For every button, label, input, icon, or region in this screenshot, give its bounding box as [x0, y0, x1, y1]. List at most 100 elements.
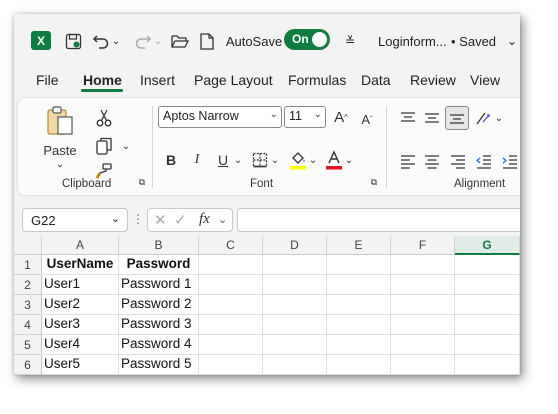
cell-e5[interactable]: [327, 335, 391, 355]
chevron-down-icon[interactable]: ⌄: [506, 30, 518, 52]
increase-font-size-button[interactable]: A ^: [332, 106, 350, 128]
cell-b1[interactable]: Password: [119, 255, 199, 275]
font-name-select[interactable]: Aptos Narrow ⌄: [158, 106, 282, 128]
underline-button[interactable]: U: [214, 150, 232, 170]
cell-d2[interactable]: [263, 275, 327, 295]
font-size-select[interactable]: 11 ⌄: [284, 106, 326, 128]
tab-page-layout[interactable]: Page Layout: [194, 72, 273, 88]
paste-icon[interactable]: [40, 104, 80, 138]
autosave-toggle[interactable]: On: [284, 29, 330, 50]
name-box[interactable]: G22 ⌄: [22, 208, 128, 232]
cell-d5[interactable]: [263, 335, 327, 355]
tab-file[interactable]: File: [36, 72, 59, 88]
font-launcher-icon[interactable]: ⧉: [368, 176, 380, 188]
cell-f2[interactable]: [391, 275, 455, 295]
cell-c2[interactable]: [199, 275, 263, 295]
tab-insert[interactable]: Insert: [140, 72, 175, 88]
tab-review[interactable]: Review: [410, 72, 456, 88]
cell-a4[interactable]: User3: [42, 315, 119, 335]
open-folder-icon[interactable]: [169, 30, 191, 52]
decrease-font-size-button[interactable]: Aˇ: [358, 108, 376, 130]
redo-dropdown-icon[interactable]: ⌄: [153, 30, 163, 52]
orientation-icon[interactable]: [474, 108, 494, 128]
bold-button[interactable]: B: [162, 150, 180, 170]
paste-button[interactable]: Paste: [40, 142, 80, 158]
cell-a3[interactable]: User2: [42, 295, 119, 315]
align-left-icon[interactable]: [398, 152, 418, 172]
align-top-icon[interactable]: [398, 108, 418, 128]
underline-dropdown-icon[interactable]: ⌄: [233, 152, 243, 168]
tab-view[interactable]: View: [470, 72, 500, 88]
cell-d3[interactable]: [263, 295, 327, 315]
cell-e2[interactable]: [327, 275, 391, 295]
cell-b3[interactable]: Password 2: [119, 295, 199, 315]
copy-dropdown-icon[interactable]: ⌄: [120, 140, 132, 152]
row-header-5[interactable]: 5: [14, 335, 42, 355]
saved-status[interactable]: • Saved: [451, 30, 507, 52]
more-options-icon[interactable]: ⋮: [132, 212, 144, 228]
cell-b5[interactable]: Password 4: [119, 335, 199, 355]
align-right-icon[interactable]: [448, 152, 468, 172]
row-header-3[interactable]: 3: [14, 295, 42, 315]
row-header-2[interactable]: 2: [14, 275, 42, 295]
cell-e1[interactable]: [327, 255, 391, 275]
align-bottom-icon[interactable]: [445, 106, 469, 130]
cell-g6[interactable]: [455, 355, 520, 375]
column-header-d[interactable]: D: [263, 236, 327, 255]
italic-button[interactable]: I: [188, 150, 206, 170]
decrease-indent-icon[interactable]: [474, 152, 494, 172]
increase-indent-icon[interactable]: [500, 152, 520, 172]
cell-d4[interactable]: [263, 315, 327, 335]
row-header-1[interactable]: 1: [14, 255, 42, 275]
row-header-6[interactable]: 6: [14, 355, 42, 375]
cell-g5[interactable]: [455, 335, 520, 355]
cell-e4[interactable]: [327, 315, 391, 335]
cell-f3[interactable]: [391, 295, 455, 315]
column-header-g[interactable]: G: [455, 236, 520, 255]
cell-f6[interactable]: [391, 355, 455, 375]
row-header-4[interactable]: 4: [14, 315, 42, 335]
select-all-corner[interactable]: [14, 236, 42, 255]
file-name[interactable]: Loginform...: [378, 30, 450, 52]
clipboard-launcher-icon[interactable]: ⧉: [136, 176, 148, 188]
tab-home[interactable]: Home: [83, 72, 122, 88]
column-header-a[interactable]: A: [42, 236, 119, 255]
cell-b6[interactable]: Password 5: [119, 355, 199, 375]
cell-e3[interactable]: [327, 295, 391, 315]
cell-c4[interactable]: [199, 315, 263, 335]
cell-g2[interactable]: [455, 275, 520, 295]
cell-c1[interactable]: [199, 255, 263, 275]
tab-formulas[interactable]: Formulas: [288, 72, 346, 88]
new-file-icon[interactable]: [197, 30, 217, 52]
column-header-b[interactable]: B: [119, 236, 199, 255]
column-header-f[interactable]: F: [391, 236, 455, 255]
cell-a1[interactable]: UserName: [42, 255, 119, 275]
cell-c3[interactable]: [199, 295, 263, 315]
cell-e6[interactable]: [327, 355, 391, 375]
cell-b2[interactable]: Password 1: [119, 275, 199, 295]
cancel-icon[interactable]: ✕: [154, 211, 167, 229]
undo-dropdown-icon[interactable]: ⌄: [111, 30, 121, 52]
cell-c5[interactable]: [199, 335, 263, 355]
tab-data[interactable]: Data: [361, 72, 391, 88]
fill-color-dropdown-icon[interactable]: ⌄: [308, 152, 318, 168]
borders-dropdown-icon[interactable]: ⌄: [270, 152, 280, 168]
cell-f1[interactable]: [391, 255, 455, 275]
cell-b4[interactable]: Password 3: [119, 315, 199, 335]
redo-icon[interactable]: [132, 30, 154, 52]
font-color-dropdown-icon[interactable]: ⌄: [344, 152, 354, 168]
cell-g3[interactable]: [455, 295, 520, 315]
cell-f4[interactable]: [391, 315, 455, 335]
orientation-dropdown-icon[interactable]: ⌄: [494, 110, 504, 126]
column-header-c[interactable]: C: [199, 236, 263, 255]
copy-icon[interactable]: [94, 136, 114, 156]
cell-d6[interactable]: [263, 355, 327, 375]
column-header-e[interactable]: E: [327, 236, 391, 255]
cell-c6[interactable]: [199, 355, 263, 375]
cell-g4[interactable]: [455, 315, 520, 335]
cut-icon[interactable]: [94, 108, 114, 128]
font-color-icon[interactable]: [324, 148, 344, 172]
borders-icon[interactable]: [250, 150, 270, 170]
cell-g1[interactable]: [455, 255, 520, 275]
formula-input[interactable]: [237, 208, 520, 232]
